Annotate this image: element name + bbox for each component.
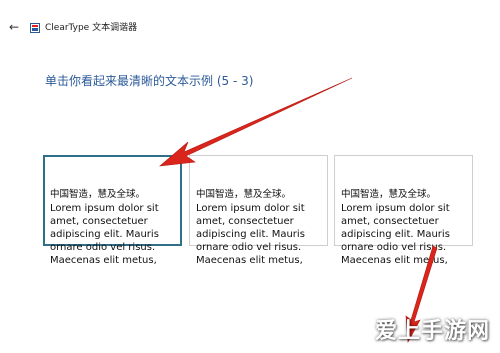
text-sample-3[interactable]: 中国智造，慧及全球。 Lorem ipsum dolor sit amet, co… (334, 155, 473, 266)
sample-text-2: 中国智造，慧及全球。 Lorem ipsum dolor sit amet, co… (196, 162, 327, 281)
sample-2-chinese-line: 中国智造，慧及全球。 (196, 189, 292, 201)
sample-1-chinese-line: 中国智造，慧及全球。 (50, 189, 146, 201)
sample-3-chinese-line: 中国智造，慧及全球。 (341, 189, 437, 201)
watermark-logo: 爱上手游网 (374, 311, 496, 351)
title-bar: ← ClearType 文本调谐器 (0, 0, 500, 40)
sample-text-1: 中国智造，慧及全球。 Lorem ipsum dolor sit amet, co… (50, 162, 180, 281)
instruction-heading: 单击你看起来最清晰的文本示例 (5 - 3) (45, 74, 254, 88)
back-arrow-icon[interactable]: ← (6, 19, 22, 35)
text-sample-2[interactable]: 中国智造，慧及全球。 Lorem ipsum dolor sit amet, co… (189, 155, 328, 266)
cleartype-app-icon (30, 23, 40, 33)
red-arrow-to-first-sample (159, 77, 353, 167)
sample-3-body: Lorem ipsum dolor sit amet, consectetuer… (341, 202, 450, 267)
sample-text-3: 中国智造，慧及全球。 Lorem ipsum dolor sit amet, co… (341, 162, 472, 281)
sample-1-body: Lorem ipsum dolor sit amet, consectetuer… (50, 202, 159, 267)
watermark-text: 爱上手游网 (374, 319, 490, 344)
window-title: ClearType 文本调谐器 (45, 23, 138, 33)
sample-2-body: Lorem ipsum dolor sit amet, consectetuer… (196, 202, 305, 267)
text-sample-1[interactable]: 中国智造，慧及全球。 Lorem ipsum dolor sit amet, co… (43, 155, 182, 266)
